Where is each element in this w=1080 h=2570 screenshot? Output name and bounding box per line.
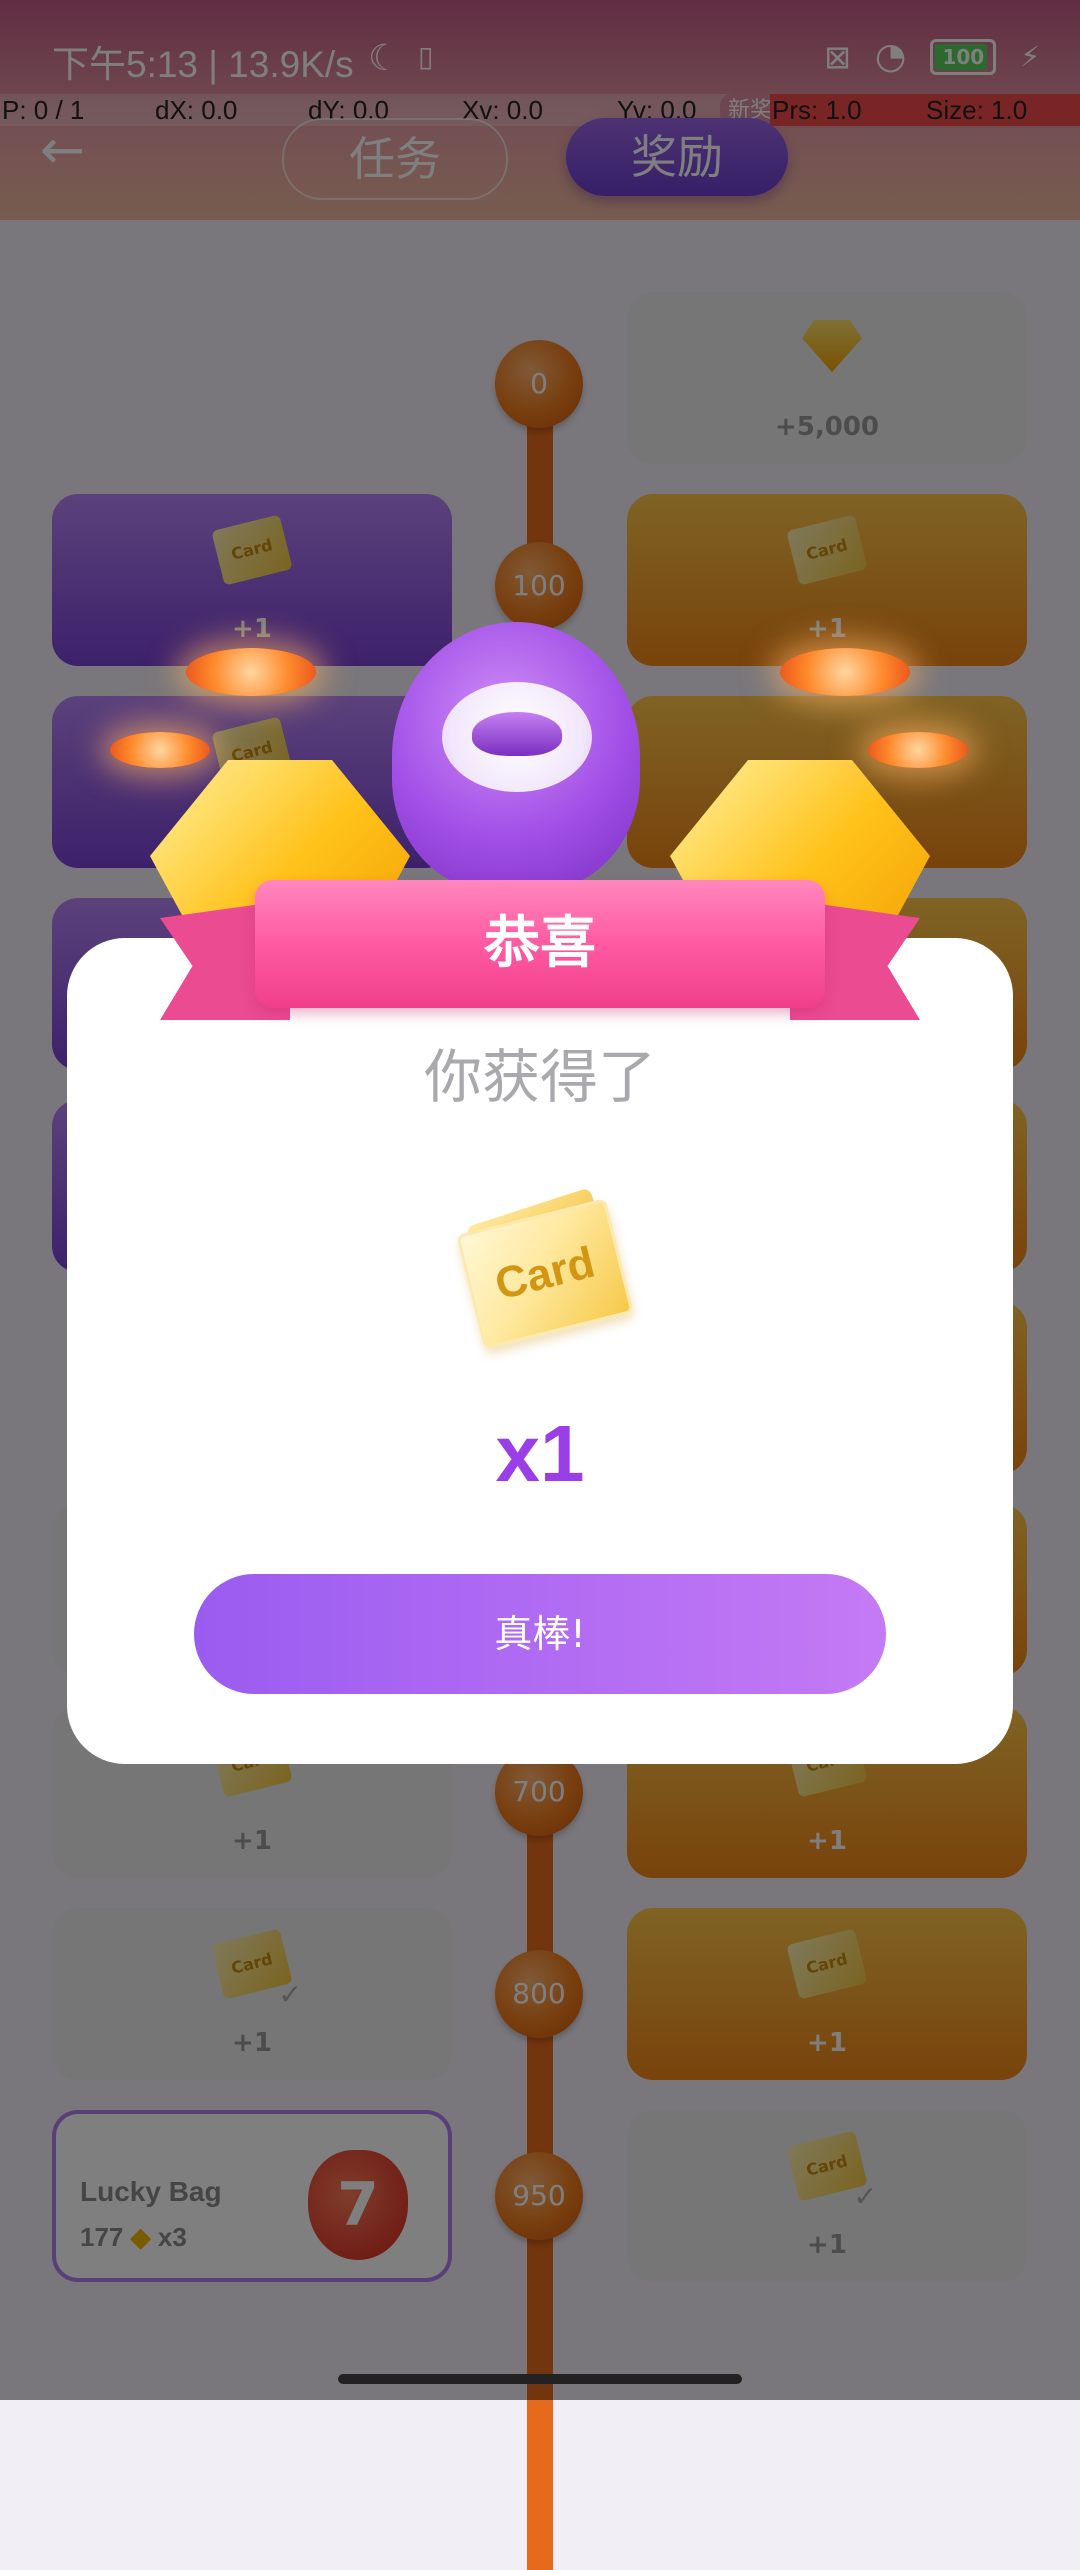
coin-icon xyxy=(186,648,316,696)
mascot-face xyxy=(442,682,592,792)
congrats-ribbon: 恭喜 xyxy=(255,880,825,1008)
coin-icon xyxy=(110,732,210,768)
home-indicator[interactable] xyxy=(338,2374,742,2384)
coin-icon xyxy=(868,732,968,768)
mascot-mouth xyxy=(472,712,562,756)
reward-quantity: x1 xyxy=(495,1409,585,1498)
mascot-character xyxy=(392,622,640,892)
confirm-button[interactable]: 真棒! xyxy=(194,1574,886,1694)
coin-icon xyxy=(780,648,910,696)
dialog-subtitle: 你获得了 xyxy=(423,1043,656,1111)
